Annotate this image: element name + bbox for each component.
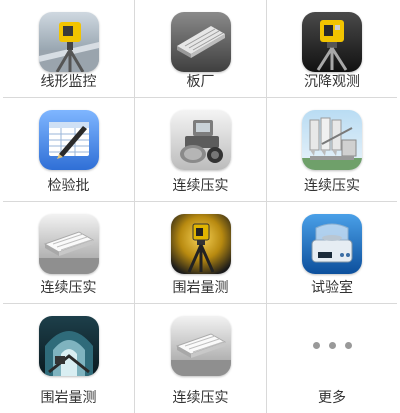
spreadsheet-pen-icon	[38, 110, 99, 170]
total-station-monitor-icon	[38, 12, 99, 72]
menu-item-more[interactable]: 更多	[267, 304, 397, 413]
road-roller-icon	[170, 110, 231, 170]
menu-item-continuous-compaction-3[interactable]: 连续压实	[3, 202, 135, 304]
menu-item-continuous-compaction-1[interactable]: 连续压实	[135, 98, 267, 202]
tunnel-total-station-icon	[170, 214, 231, 274]
menu-item-label: 检验批	[47, 178, 90, 194]
menu-item-label: 连续压实	[172, 390, 229, 406]
menu-item-label: 沉降观测	[304, 74, 360, 90]
menu-item-surrounding-rock-measurement-2[interactable]: 围岩量测	[3, 304, 135, 413]
menu-item-label: 试验室	[311, 280, 353, 296]
menu-item-linear-monitoring[interactable]: 线形监控	[3, 0, 135, 98]
menu-item-continuous-compaction-2[interactable]: 连续压实	[267, 98, 397, 202]
menu-item-continuous-compaction-4[interactable]: 连续压实	[135, 304, 267, 413]
app-menu-grid: 线形监控 板厂 沉降观测 检验批 连续压实 连续压实 连续压实 围岩量测 试验室…	[3, 0, 397, 413]
dot	[312, 342, 320, 349]
menu-item-board-factory[interactable]: 板厂	[135, 0, 267, 98]
menu-item-surrounding-rock-measurement-1[interactable]: 围岩量测	[135, 202, 267, 304]
menu-item-inspection-lot[interactable]: 检验批	[3, 98, 135, 202]
menu-item-laboratory[interactable]: 试验室	[267, 202, 397, 304]
precast-board-icon	[170, 12, 231, 72]
more-dots-icon	[312, 342, 352, 349]
menu-item-label: 围岩量测	[40, 390, 97, 406]
menu-item-label: 线形监控	[40, 74, 97, 90]
menu-item-label: 连续压实	[172, 178, 229, 194]
total-station-icon	[302, 12, 362, 72]
menu-item-label: 连续压实	[304, 178, 360, 194]
dot	[328, 342, 336, 349]
dot	[344, 342, 352, 349]
menu-item-settlement-observation[interactable]: 沉降观测	[267, 0, 397, 98]
menu-item-label: 更多	[318, 390, 346, 406]
menu-item-label: 连续压实	[40, 280, 97, 296]
precast-board-icon	[38, 214, 99, 274]
lab-scale-icon	[302, 214, 362, 274]
concrete-plant-icon	[302, 110, 362, 170]
precast-board-icon	[170, 316, 231, 376]
menu-item-label: 围岩量测	[172, 280, 229, 296]
menu-item-label: 板厂	[186, 74, 215, 90]
tunnel-icon	[38, 316, 99, 376]
